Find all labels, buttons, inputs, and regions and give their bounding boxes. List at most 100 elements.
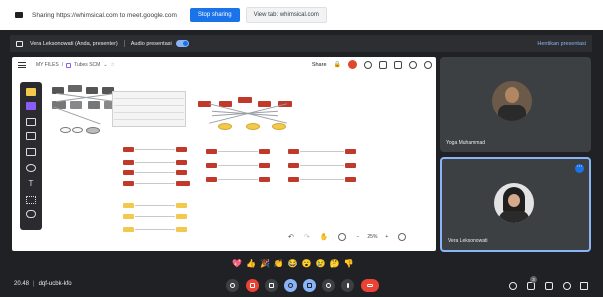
text-tool-icon[interactable]: T	[26, 180, 36, 188]
connector	[53, 106, 101, 125]
chat-icon[interactable]	[545, 282, 553, 290]
text-table-block	[112, 91, 186, 127]
help-icon[interactable]	[398, 233, 407, 241]
meeting-info: 20.48 | dqf-ucbk-kfo	[14, 281, 72, 287]
diagram-node	[70, 101, 82, 109]
board-share-button[interactable]: Share	[312, 62, 327, 68]
audio-toggle[interactable]	[175, 40, 189, 47]
table-rule	[114, 105, 184, 106]
search-icon[interactable]	[424, 60, 432, 69]
diagram-oval	[218, 123, 232, 130]
diagram-node	[345, 177, 356, 182]
connector	[300, 179, 344, 180]
board-file-icon	[66, 62, 72, 68]
diagram-node	[206, 149, 217, 154]
hamburger-menu-icon[interactable]	[18, 62, 26, 68]
reaction-thinking[interactable]: 🤔	[330, 258, 340, 270]
send-icon[interactable]	[409, 60, 417, 69]
diagram-node	[86, 87, 98, 94]
link-tool-icon[interactable]	[26, 210, 36, 218]
board-tool-palette: T	[20, 82, 42, 230]
info-icon[interactable]	[509, 282, 517, 290]
stop-presentation-button[interactable]: Hentikan presentasi	[537, 41, 586, 47]
view-tab-button[interactable]: View tab: whimsical.com	[245, 7, 327, 23]
chevron-down-icon[interactable]: ⌄	[103, 62, 107, 68]
activities-icon[interactable]	[563, 282, 571, 290]
diagram-oval	[86, 127, 100, 134]
diagram-oval	[272, 123, 286, 130]
record-icon[interactable]	[348, 60, 357, 69]
diagram-node	[176, 203, 187, 208]
camera-icon[interactable]	[246, 279, 259, 292]
sharing-bar: Sharing https://whimsical.com to meet.go…	[0, 0, 603, 30]
zoom-level[interactable]: 25%	[367, 234, 377, 240]
board-file-name[interactable]: Tubes SCM	[74, 62, 100, 68]
diagram-node	[259, 177, 270, 182]
flowchart-canvas[interactable]	[12, 57, 436, 251]
emoji-icon[interactable]	[284, 279, 297, 292]
connector	[300, 151, 344, 152]
table-tool-icon[interactable]	[26, 132, 36, 140]
diagram-node	[176, 227, 187, 232]
mic-icon[interactable]	[226, 279, 239, 292]
diagram-node	[176, 181, 190, 186]
star-icon[interactable]: ☆	[111, 62, 115, 68]
connector	[135, 149, 175, 150]
connector	[135, 162, 175, 163]
diagram-node	[68, 85, 82, 92]
reaction-thumbs-down[interactable]: 👎	[344, 258, 354, 270]
table-rule	[114, 98, 184, 99]
reaction-bar: 💖 👍 🎉 👏 😂 😮 😢 🤔 👎	[232, 258, 354, 270]
reaction-clap[interactable]: 👏	[274, 258, 284, 270]
history-icon[interactable]	[379, 60, 387, 69]
host-controls-icon[interactable]	[580, 282, 588, 290]
diagram-node	[258, 101, 271, 107]
hand-tool-icon[interactable]: ✋	[320, 233, 329, 241]
more-options-icon[interactable]: ⋯	[575, 164, 584, 173]
captions-icon[interactable]	[265, 279, 278, 292]
shape-tool-icon[interactable]	[26, 102, 36, 110]
participant-tile[interactable]: ⋯ Vera Leksonowati	[440, 157, 591, 252]
reaction-surprised[interactable]: 😮	[302, 258, 312, 270]
sticky-note-icon[interactable]	[26, 88, 36, 96]
participant-count-badge: 3	[530, 276, 537, 283]
more-options-icon[interactable]	[341, 279, 354, 292]
reaction-sad[interactable]: 😢	[316, 258, 326, 270]
leave-call-icon[interactable]	[361, 279, 379, 292]
presenter-name: Vera Leksonowati (Anda, presenter)	[30, 40, 118, 47]
diagram-node	[123, 147, 134, 152]
participant-tile[interactable]: Yoga Muhammad	[440, 57, 591, 152]
reaction-laugh[interactable]: 😂	[288, 258, 298, 270]
undo-icon[interactable]: ↶	[288, 233, 294, 241]
table-rule	[114, 112, 184, 113]
comment-icon[interactable]	[394, 60, 402, 69]
present-icon[interactable]	[303, 279, 316, 292]
divider	[123, 40, 125, 47]
reaction-thumbs-up[interactable]: 👍	[246, 258, 256, 270]
people-icon[interactable]	[527, 282, 535, 290]
zoom-in-button[interactable]: +	[385, 234, 388, 240]
connector	[135, 216, 175, 217]
connector	[135, 229, 175, 230]
participant-name: Vera Leksonowati	[448, 238, 488, 244]
shared-screen-board[interactable]: MY FILES / Tubes SCM ⌄ ☆ Share 🔒 T ↶ ↷ ✋…	[12, 57, 436, 251]
card-tool-icon[interactable]	[26, 118, 36, 126]
zoom-out-button[interactable]: −	[356, 234, 359, 240]
timer-icon[interactable]	[338, 233, 347, 241]
diagram-node	[288, 163, 299, 168]
frame-tool-icon[interactable]	[26, 148, 36, 156]
board-toolbar: MY FILES / Tubes SCM ⌄ ☆ Share 🔒	[12, 57, 436, 74]
like-icon[interactable]	[364, 60, 372, 69]
breadcrumb: MY FILES / Tubes SCM ⌄ ☆	[36, 62, 115, 68]
lock-icon[interactable]: 🔒	[334, 61, 341, 68]
redo-icon[interactable]: ↷	[304, 233, 310, 241]
breadcrumb-root[interactable]: MY FILES	[36, 62, 59, 68]
grid-tool-icon[interactable]	[26, 196, 36, 204]
board-actions: Share 🔒	[312, 60, 432, 69]
reaction-party[interactable]: 🎉	[260, 258, 270, 270]
connector-tool-icon[interactable]	[26, 164, 36, 172]
raise-hand-icon[interactable]	[322, 279, 335, 292]
diagram-node	[176, 160, 187, 165]
stop-sharing-button[interactable]: Stop sharing	[189, 8, 240, 22]
reaction-heart[interactable]: 💖	[232, 258, 242, 270]
